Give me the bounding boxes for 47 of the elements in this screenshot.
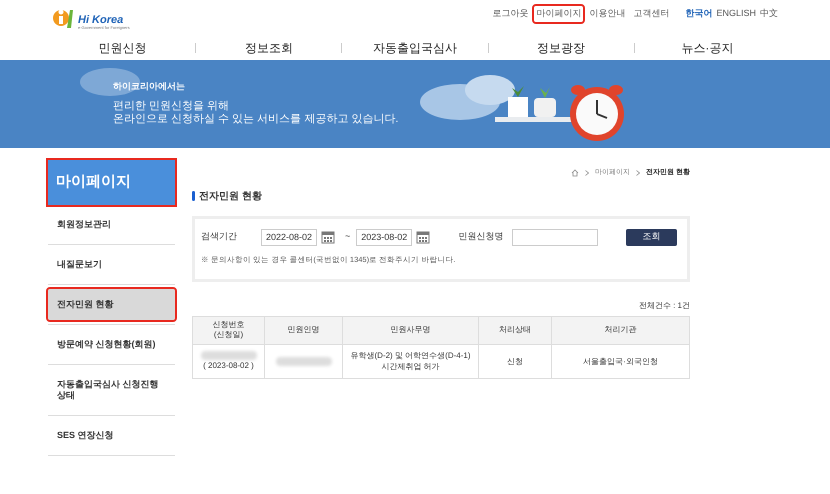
field-label: 검색기간 [201,230,238,244]
language-link[interactable]: ENGLISH [716,7,756,20]
calendar-icon[interactable] [416,230,430,244]
field-label: 민원신청명 [458,230,504,244]
table-cell: 유학생(D-2) 및 어학연수생(D-4-1) 시간제취업 허가 [350,350,470,372]
calendar-icon[interactable] [321,230,335,244]
nav-item[interactable]: 뉴스·공지 [634,39,780,57]
top-link[interactable]: 로그아웃 [490,6,530,22]
language-link[interactable]: 한국어 [685,7,712,20]
chevron-icon [585,170,590,176]
table-cell: ( 2023-08-02 ) [203,360,254,372]
date-field[interactable]: 2022-08-02 [261,228,317,246]
chevron-icon [636,170,640,176]
table-cell: 신청 [507,356,523,367]
column-header: 민원사무명 [342,316,478,344]
table-cell: 서울출입국·외국인청 [583,356,658,367]
nav-item[interactable]: 정보조회 [196,39,342,57]
top-link[interactable]: 마이페이지 [534,6,584,22]
column-header: 처리기관 [552,316,690,344]
top-link[interactable]: 고객센터 [631,6,672,22]
nav-item[interactable]: 민원신청 [50,39,196,57]
page-title: 전자민원 현황 [199,190,262,204]
total-count: 전체건수 : 1건 [638,300,690,312]
title-marker-icon [192,191,195,201]
sidebar-item[interactable]: SES 연장신청 [48,420,175,451]
input-field[interactable] [512,228,598,246]
sidebar-item[interactable]: 회원정보관리 [48,209,175,240]
sidebar-item[interactable]: 방문예약 신청현황(회원) [48,329,175,360]
range-separator: ~ [345,230,350,244]
logo-text: Hi Korea [78,15,124,26]
column-header: 신청번호 (신청일) [192,316,264,344]
search-button[interactable]: 조회 [626,228,677,246]
date-field[interactable]: 2023-08-02 [356,228,412,246]
banner-line: 온라인으로 신청하실 수 있는 서비스를 제공하고 있습니다. [113,112,398,126]
nav-item[interactable]: 정보광장 [488,39,634,57]
nav-item[interactable]: 자동출입국심사 [342,39,488,57]
sidebar-item[interactable]: 전자민원 현황 [48,289,175,320]
banner-kicker: 하이코리아에서는 [113,80,186,93]
top-link[interactable]: 이용안내 [587,6,628,22]
home-icon[interactable] [571,169,580,178]
language-link[interactable]: 中文 [760,7,778,20]
sidebar-item[interactable]: 자동출입국심사 신청진행 상태 [48,369,175,411]
column-header: 민원인명 [264,316,342,344]
sidebar-item[interactable]: 내질문보기 [48,249,175,280]
column-header: 처리상태 [478,316,552,344]
sidebar-title: 마이페이지 [48,160,175,205]
banner-line: 편리한 민원신청을 위해 [113,100,230,112]
